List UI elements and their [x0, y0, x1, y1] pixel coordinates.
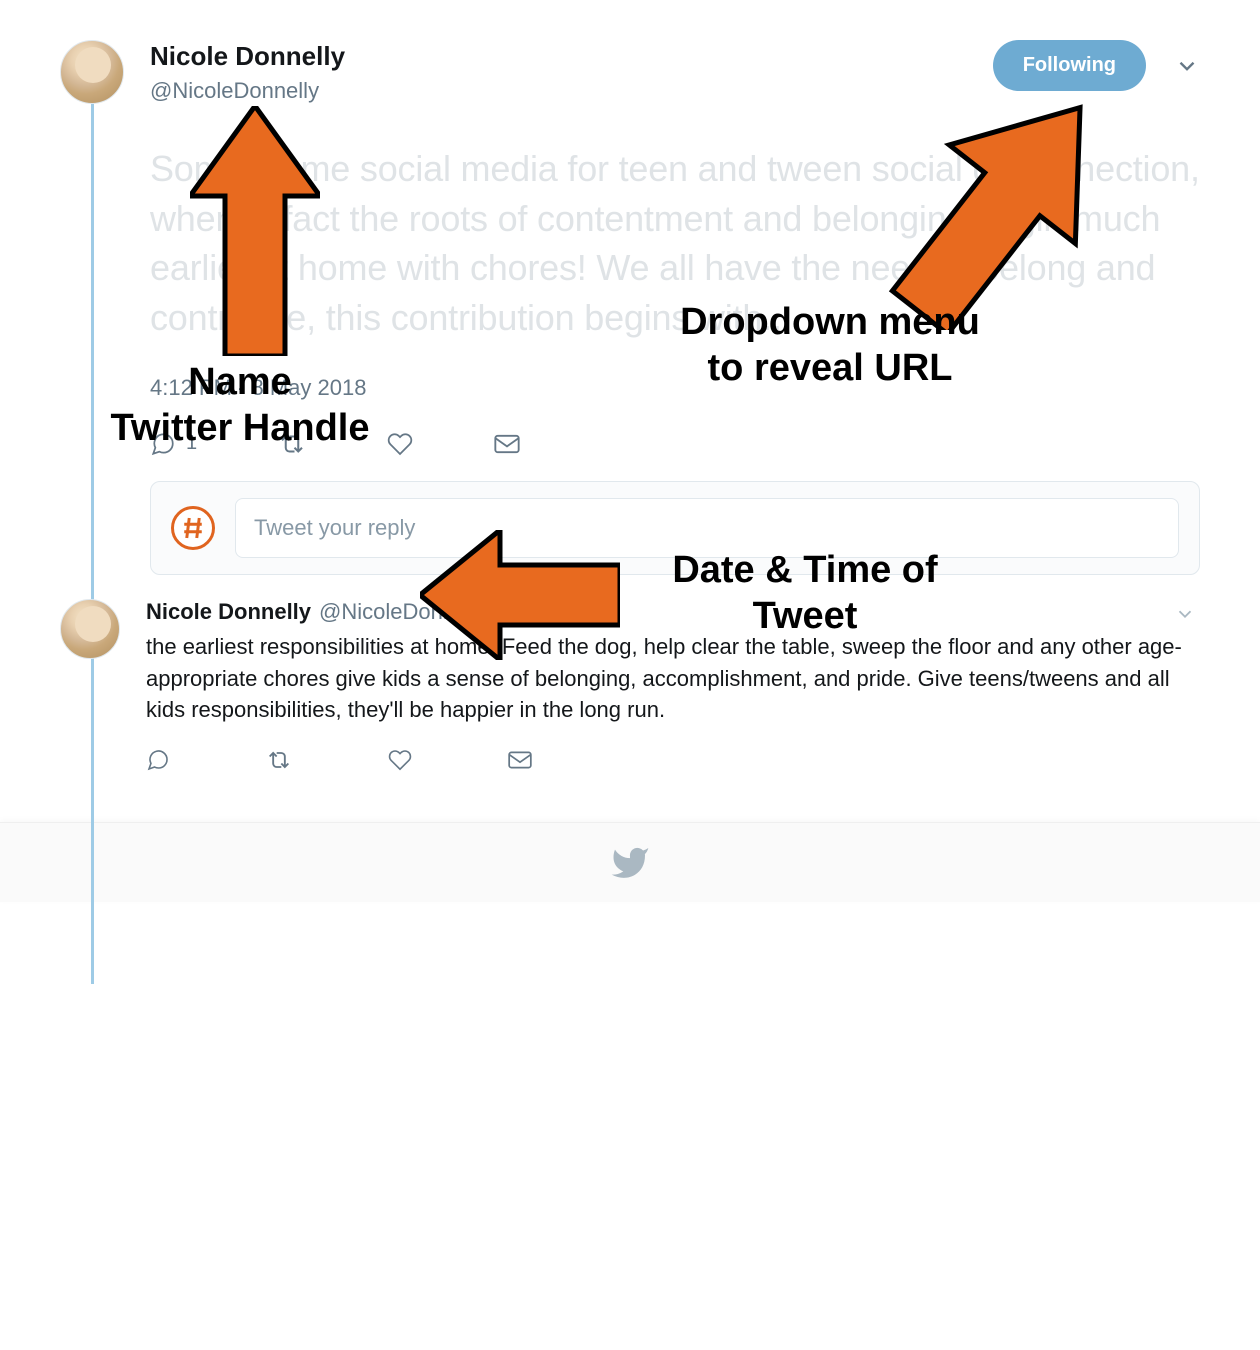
- reply-count: 1: [186, 432, 197, 455]
- author-display-name: Nicole Donnelly: [150, 40, 345, 73]
- main-tweet-content: Nicole Donnelly @NicoleDonnelly Followin…: [140, 40, 1200, 575]
- reply-time-ago[interactable]: 49m: [511, 599, 554, 625]
- reply-icon: [146, 748, 170, 772]
- twitter-bird-icon: [610, 843, 650, 883]
- dot-separator: ·: [496, 599, 503, 625]
- thread-line: [91, 104, 94, 984]
- main-tweet: Nicole Donnelly @NicoleDonnelly Followin…: [60, 40, 1200, 575]
- composer-avatar[interactable]: [171, 506, 215, 550]
- follow-button[interactable]: Following: [993, 40, 1146, 91]
- tweet-detail-container: Nicole Donnelly @NicoleDonnelly Followin…: [0, 0, 1260, 575]
- reply-menu-caret[interactable]: [1174, 603, 1196, 625]
- dm-action[interactable]: [493, 431, 521, 457]
- retweet-action[interactable]: [277, 431, 307, 457]
- reply-input[interactable]: [235, 498, 1179, 558]
- reply-body-text: the earliest responsibilities at home. F…: [146, 631, 1200, 727]
- reply-avatar-col: [60, 599, 120, 773]
- heart-icon: [387, 431, 413, 457]
- envelope-icon: [493, 431, 521, 457]
- chevron-down-icon: [1174, 603, 1196, 625]
- tweet-body-text: Some blame social media for teen and twe…: [150, 144, 1200, 343]
- reply-tweet: Nicole Donnelly @NicoleDonnelly · 49m th…: [0, 575, 1260, 793]
- retweet-icon: [277, 431, 307, 457]
- tweet-actions: 1: [150, 431, 1200, 457]
- reply-dm-action[interactable]: [507, 748, 533, 772]
- author-block[interactable]: Nicole Donnelly @NicoleDonnelly: [150, 40, 345, 104]
- user-avatar[interactable]: [60, 40, 124, 104]
- hashtag-icon: [178, 513, 208, 543]
- reply-actions: [146, 748, 1200, 772]
- header-right-controls: Following: [993, 40, 1200, 91]
- tweet-menu-caret[interactable]: [1174, 53, 1200, 79]
- reply-content: Nicole Donnelly @NicoleDonnelly · 49m th…: [120, 599, 1200, 773]
- tweet-header: Nicole Donnelly @NicoleDonnelly Followin…: [150, 40, 1200, 104]
- heart-icon: [388, 748, 412, 772]
- chevron-down-icon: [1174, 53, 1200, 79]
- envelope-icon: [507, 748, 533, 772]
- reply-like-action[interactable]: [388, 748, 412, 772]
- author-handle: @NicoleDonnelly: [150, 77, 345, 105]
- retweet-icon: [265, 748, 293, 772]
- reply-action[interactable]: 1: [150, 431, 197, 457]
- reply-composer: [150, 481, 1200, 575]
- like-action[interactable]: [387, 431, 413, 457]
- tweet-timestamp[interactable]: 4:12 PM - 8 May 2018: [150, 375, 1200, 401]
- reply-author-handle[interactable]: @NicoleDonnelly: [319, 599, 488, 625]
- reply-reply-action[interactable]: [146, 748, 170, 772]
- footer-bar: [0, 822, 1260, 902]
- reply-header: Nicole Donnelly @NicoleDonnelly · 49m: [146, 599, 1200, 625]
- reply-author-name[interactable]: Nicole Donnelly: [146, 599, 311, 625]
- reply-user-avatar[interactable]: [60, 599, 120, 659]
- avatar-column: [60, 40, 140, 575]
- reply-icon: [150, 431, 176, 457]
- reply-retweet-action[interactable]: [265, 748, 293, 772]
